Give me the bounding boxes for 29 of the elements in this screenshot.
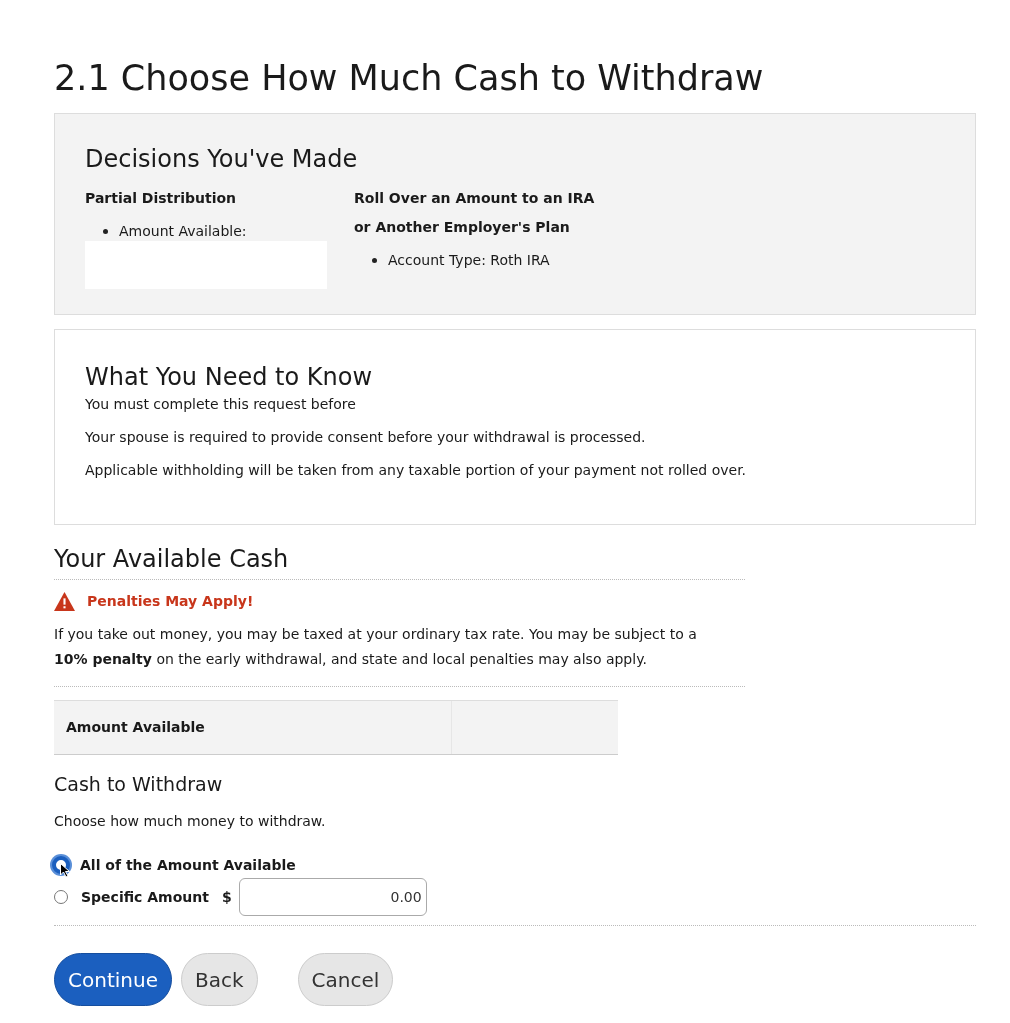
- section-heading: What You Need to Know: [85, 362, 373, 393]
- penalty-text: If you take out money, you may be taxed at your ordinary tax rate. You may be subject to a 10% penalty on the early withdrawal, and state and local penalties may also apply.: [54, 625, 698, 669]
- info-text: Your spouse is required to provide consent before your withdrawal is processed.: [85, 428, 647, 447]
- amount-field[interactable]: 0.00: [238, 878, 427, 916]
- radio-button[interactable]: [54, 890, 68, 904]
- section-heading: Your Available Cash: [54, 544, 290, 575]
- decision-title: or Another Employer's Plan: [354, 218, 571, 237]
- option-label: Specific Amount: [81, 889, 209, 905]
- page-title: 2.1 Choose How Much Cash to Withdraw: [54, 57, 765, 100]
- column-header: Amount Available: [54, 701, 452, 754]
- bullet-icon: [372, 257, 377, 263]
- action-button[interactable]: Back: [180, 953, 258, 1006]
- action-button[interactable]: Continue: [54, 953, 172, 1006]
- action-button[interactable]: Cancel: [297, 953, 394, 1006]
- info-text: You must complete this request before: [85, 395, 357, 414]
- decision-detail: Amount Available:: [119, 222, 247, 241]
- decision-detail: Account Type: Roth IRA: [388, 251, 550, 270]
- currency-symbol: $: [221, 889, 232, 905]
- warning-title: Penalties May Apply!: [87, 593, 254, 609]
- cursor-icon: [60, 863, 70, 878]
- bullet-icon: [103, 228, 108, 234]
- decision-title: Partial Distribution: [85, 189, 238, 208]
- decision-title: Roll Over an Amount to an IRA: [354, 189, 596, 208]
- warning-icon: [54, 591, 75, 611]
- info-text: Applicable withholding will be taken from any taxable portion of your payment not rolled over.: [85, 461, 748, 480]
- section-heading: Decisions You've Made: [85, 144, 359, 175]
- option-label: All of the Amount Available: [80, 857, 296, 873]
- instruction-text: Choose how much money to withdraw.: [54, 812, 327, 831]
- section-heading: Cash to Withdraw: [54, 772, 224, 797]
